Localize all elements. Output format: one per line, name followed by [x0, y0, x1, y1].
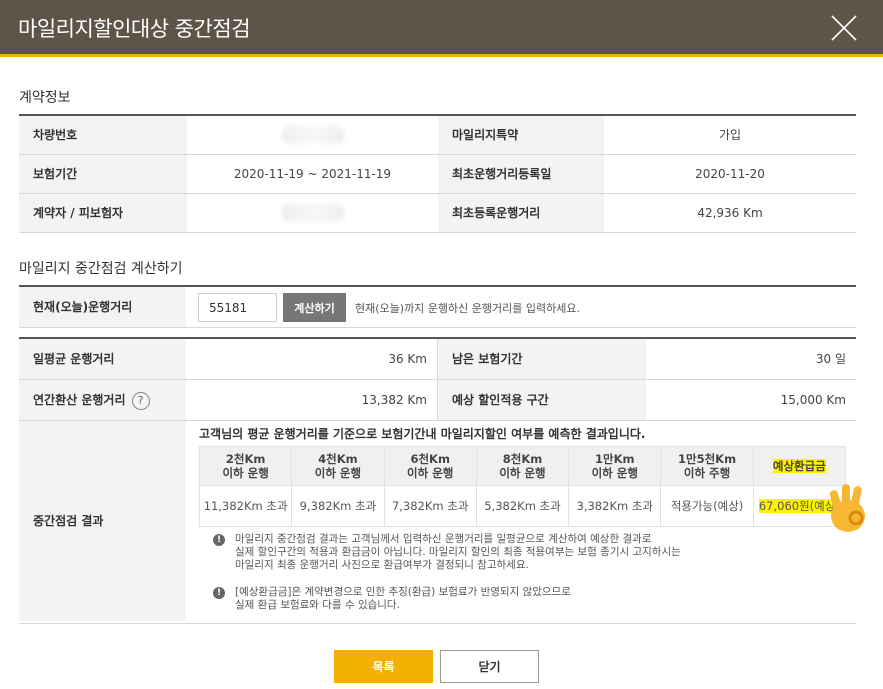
col-2000-text: 2천Km 이하 운행: [222, 452, 269, 480]
current-distance-input[interactable]: [198, 293, 277, 322]
help-icon[interactable]: ?: [131, 391, 150, 410]
first-registration-date-value: 2020-11-20: [604, 154, 856, 194]
info-icon: !: [213, 534, 225, 546]
prediction-value-row: 11,382Km 초과 9,382Km 초과 7,382Km 초과 5,382K…: [198, 485, 847, 527]
info-icon: !: [213, 587, 225, 599]
close-button[interactable]: 닫기: [440, 650, 539, 683]
val-4000: 9,382Km 초과: [291, 485, 385, 527]
val-15000: 적용가능(예상): [660, 485, 754, 527]
col-8000: 8천Km 이하 운행: [475, 446, 570, 486]
col-15000-text: 1만5천Km 이하 주행: [678, 452, 737, 480]
vehicle-number-value: [187, 115, 438, 155]
col-refund: 예상환급금: [752, 446, 847, 486]
calc-row: 현재(오늘)운행거리 계산하기 현재(오늘)까지 운행하신 운행거리를 입력하세…: [19, 285, 856, 328]
dialog-title: 마일리지할인대상 중간점검: [18, 17, 251, 41]
val-6000: 7,382Km 초과: [383, 485, 477, 527]
table-row: 계약자 / 피보험자 최초등록운행거리 42,936 Km: [19, 193, 856, 233]
first-registered-distance-label: 최초등록운행거리: [438, 193, 604, 233]
contractor-value: [187, 193, 438, 233]
remaining-period-value: 30 일: [815, 352, 846, 366]
mid-check-result-label: 중간점검 결과: [19, 421, 186, 621]
list-button[interactable]: 목록: [334, 650, 433, 683]
contractor-label: 계약자 / 피보험자: [19, 193, 187, 233]
discount-section-label: 예상 할인적용 구간: [437, 380, 646, 420]
table-row: 연간환산 운행거리? 13,382 Km 예상 할인적용 구간 15,000 K…: [19, 380, 856, 421]
col-refund-text: 예상환급금: [772, 459, 826, 473]
insurance-period-value: 2020-11-19 ~ 2021-11-19: [187, 154, 438, 194]
table-row: 보험기간 2020-11-19 ~ 2021-11-19 최초운행거리등록일 2…: [19, 154, 856, 194]
annual-distance-value: 13,382 Km: [361, 393, 427, 407]
annual-distance-label-text: 연간환산 운행거리: [33, 393, 126, 407]
insurance-period-label: 보험기간: [19, 154, 187, 194]
val-10000: 3,382Km 초과: [568, 485, 662, 527]
col-4000-text: 4천Km 이하 운행: [314, 452, 362, 480]
result-section: 일평균 운행거리 36 Km 남은 보험기간 30 일 연간환산 운행거리? 1…: [19, 337, 856, 624]
first-registered-distance-value: 42,936 Km: [604, 193, 856, 233]
notice-2-text: [예상환급금]은 계약변경으로 인한 추징(환급) 보험료가 반영되지 않았으므…: [235, 586, 571, 611]
col-4000: 4천Km 이하 운행: [291, 446, 385, 486]
col-2000: 2천Km 이하 운행: [198, 446, 293, 486]
contract-section-title: 계약정보: [19, 90, 71, 106]
notice-1-text: 마일리지 중간점검 결과는 고객님께서 입력하신 운행거리를 일평균으로 계산하…: [235, 533, 681, 571]
first-registration-date-label: 최초운행거리등록일: [438, 154, 604, 194]
table-row: 차량번호 마일리지특약 가입: [19, 115, 856, 155]
prediction-header-row: 2천Km 이하 운행 4천Km 이하 운행 6천Km 이하 운행 8천Km 이하…: [198, 446, 847, 486]
annual-distance-label: 연간환산 운행거리?: [19, 380, 186, 420]
col-6000-text: 6천Km 이하 운행: [407, 452, 454, 480]
calc-hint: 현재(오늘)까지 운행하신 운행거리를 입력하세요.: [355, 302, 580, 315]
discount-section-value: 15,000 Km: [780, 393, 846, 407]
calc-section-title: 마일리지 중간점검 계산하기: [19, 261, 183, 277]
mileage-rider-label: 마일리지특약: [438, 115, 604, 155]
contract-table: 차량번호 마일리지특약 가입 보험기간 2020-11-19 ~ 2021-11…: [19, 114, 856, 233]
table-row: 일평균 운행거리 36 Km 남은 보험기간 30 일: [19, 339, 856, 380]
col-10000: 1만Km 이하 운행: [568, 446, 662, 486]
notice-1: ! 마일리지 중간점검 결과는 고객님께서 입력하신 운행거리를 일평균으로 계…: [213, 533, 681, 572]
col-10000-text: 1만Km 이하 운행: [591, 452, 638, 480]
remaining-period-label: 남은 보험기간: [437, 339, 646, 379]
current-distance-label: 현재(오늘)운행거리: [19, 287, 186, 327]
col-6000: 6천Km 이하 운행: [383, 446, 477, 486]
val-2000: 11,382Km 초과: [198, 485, 293, 527]
daily-average-label: 일평균 운행거리: [19, 339, 186, 379]
daily-average-value: 36 Km: [388, 352, 427, 366]
notice-2: ! [예상환급금]은 계약변경으로 인한 추징(환급) 보험료가 반영되지 않았…: [213, 586, 571, 612]
col-15000: 1만5천Km 이하 주행: [660, 446, 754, 486]
dialog-header: 마일리지할인대상 중간점검: [0, 0, 883, 57]
prediction-table: 2천Km 이하 운행 4천Km 이하 운행 6천Km 이하 운행 8천Km 이하…: [198, 446, 847, 527]
ok-hand-icon: [829, 484, 865, 532]
col-8000-text: 8천Km 이하 운행: [499, 452, 546, 480]
val-8000: 5,382Km 초과: [475, 485, 570, 527]
close-icon[interactable]: [830, 14, 858, 42]
result-description: 고객님의 평균 운행거리를 기준으로 보험기간내 마일리지할인 여부를 예측한 …: [199, 427, 646, 441]
vehicle-number-label: 차량번호: [19, 115, 187, 155]
calculate-button[interactable]: 계산하기: [283, 293, 346, 322]
mileage-rider-value: 가입: [604, 115, 856, 155]
